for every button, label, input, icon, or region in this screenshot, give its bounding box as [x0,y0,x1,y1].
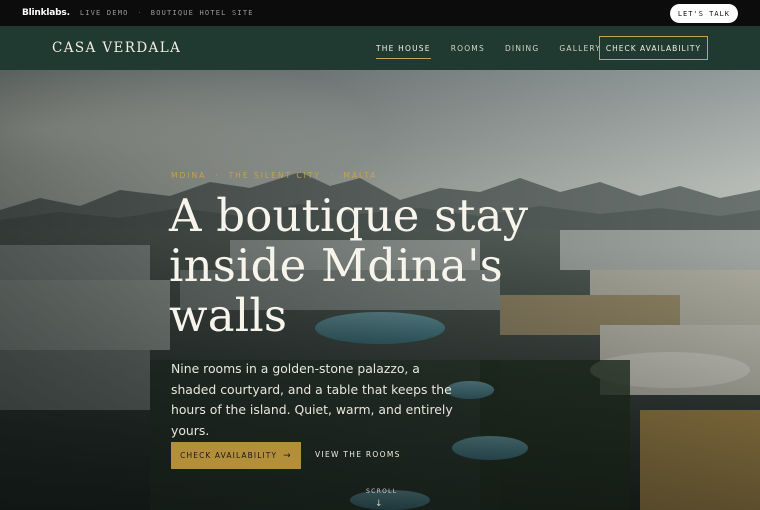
demo-brand-logo[interactable]: Blinklabs. [22,8,70,18]
arrow-right-icon: → [283,450,292,461]
headline-line: inside Mdina's [169,239,503,292]
arrow-down-icon[interactable]: ↓ [375,499,383,509]
nav-link-dining[interactable]: DINING [505,40,539,57]
nav-links: THE HOUSE ROOMS DINING GALLERY [376,26,621,70]
check-availability-label: CHECK AVAILABILITY [180,451,278,460]
live-demo-label: LIVE DEMO [79,9,129,17]
demo-separator: · [138,9,141,17]
hero-headline: A boutique stay inside Mdina's walls [169,191,589,341]
hero-check-availability-button[interactable]: CHECK AVAILABILITY → [171,442,301,469]
eyebrow-place: MDINA [171,171,207,180]
headline-line: A boutique stay [169,189,529,242]
nav-link-rooms[interactable]: ROOMS [451,40,485,57]
eyebrow-country: MALTA [343,171,378,180]
hero-subcopy: Nine rooms in a golden-stone palazzo, a … [171,361,453,438]
site-logo[interactable]: CASA VERDALA [52,40,181,56]
eyebrow-separator: · [215,171,220,180]
headline-line: walls [169,289,288,342]
eyebrow-nickname: THE SILENT CITY [228,171,322,180]
site-type-label: BOUTIQUE HOTEL SITE [150,9,254,17]
nav-check-availability-button[interactable]: CHECK AVAILABILITY [599,36,708,60]
eyebrow-separator: · [330,171,335,180]
hero-section: MDINA · THE SILENT CITY · MALTA A boutiq… [0,70,760,510]
site-nav: CASA VERDALA THE HOUSE ROOMS DINING GALL… [0,26,760,70]
nav-link-gallery[interactable]: GALLERY [559,40,601,57]
demo-bar: Blinklabs. LIVE DEMO · BOUTIQUE HOTEL SI… [0,0,760,26]
scroll-label[interactable]: SCROLL [366,488,397,495]
lets-talk-button[interactable]: LET'S TALK [669,4,738,23]
view-rooms-link[interactable]: VIEW THE ROOMS [315,448,401,461]
hero-eyebrow: MDINA · THE SILENT CITY · MALTA [171,171,377,180]
nav-link-the-house[interactable]: THE HOUSE [376,40,431,59]
